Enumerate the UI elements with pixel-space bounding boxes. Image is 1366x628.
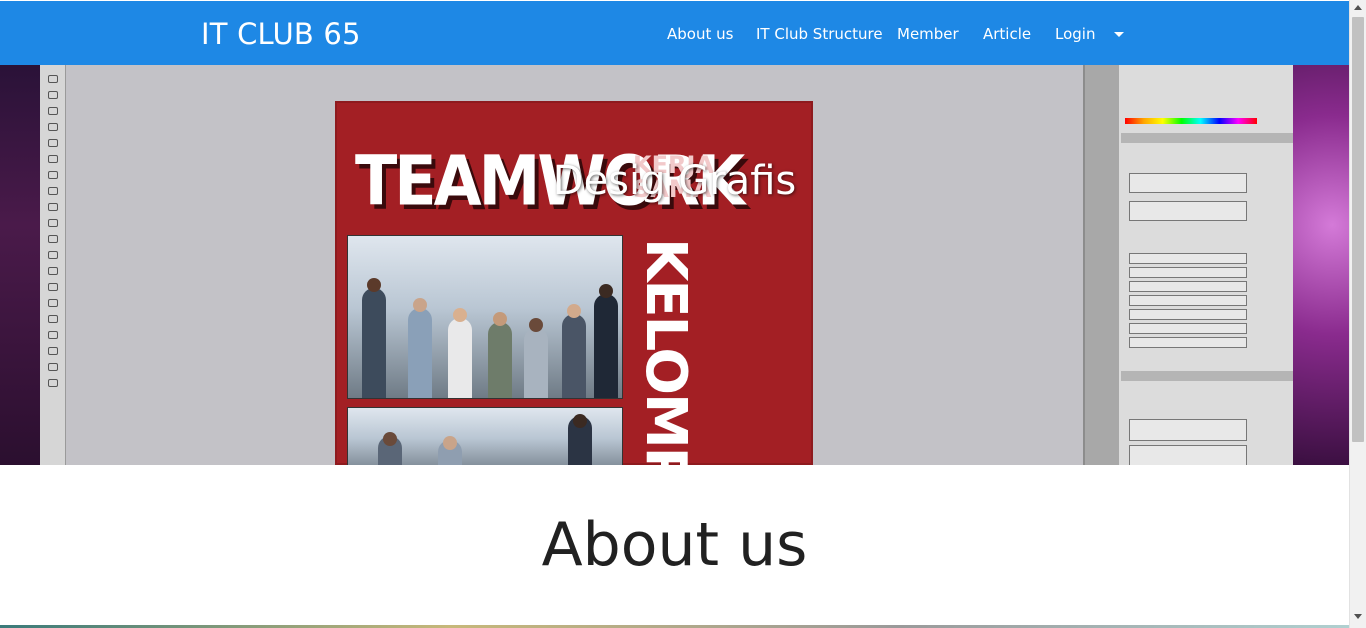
hero-banner: TEAMWORK KERJA SAMA KELOMPOK Desig Grafi… [0, 65, 1349, 465]
brand-link[interactable]: IT CLUB 65 [201, 15, 361, 53]
nav-about-us[interactable]: About us [667, 24, 733, 44]
nav-it-club-structure[interactable]: IT Club Structure [756, 24, 883, 44]
arrow-up-icon[interactable] [1354, 5, 1362, 10]
poster-vertical-text: KELOMPOK [633, 238, 698, 465]
caret-down-icon[interactable] [1114, 32, 1124, 37]
nav-article[interactable]: Article [983, 24, 1031, 44]
page: IT CLUB 65 About us IT Club Structure Me… [0, 0, 1366, 628]
scrollbar-thumb[interactable] [1352, 17, 1364, 442]
editor-panels-image [1083, 65, 1295, 465]
hero-background-right [1293, 65, 1349, 465]
about-heading: About us [541, 510, 808, 580]
hero-background-left [0, 65, 40, 465]
vertical-scrollbar[interactable] [1349, 0, 1366, 628]
nav-login[interactable]: Login [1055, 24, 1095, 44]
hero-caption: Desig Grafis [552, 158, 797, 204]
poster-photo-bottom [347, 407, 623, 465]
poster-photo-top [347, 235, 623, 399]
nav-member[interactable]: Member [897, 24, 959, 44]
arrow-down-icon[interactable] [1354, 614, 1362, 619]
navbar: IT CLUB 65 About us IT Club Structure Me… [0, 1, 1349, 65]
editor-toolbox-image [40, 65, 66, 465]
